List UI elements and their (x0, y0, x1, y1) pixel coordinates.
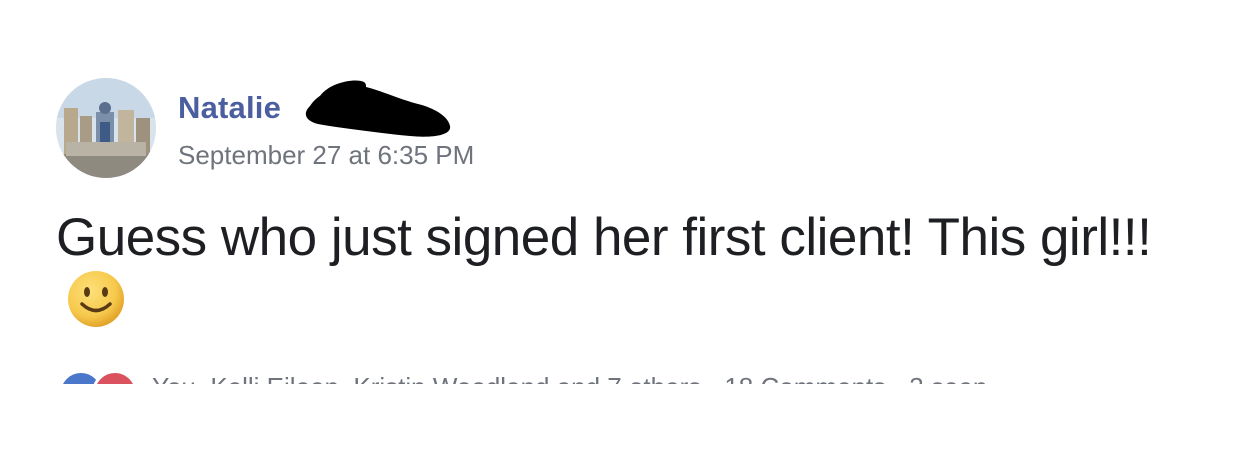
smiling-face-emoji (68, 271, 124, 327)
author-name[interactable]: Natalie (178, 90, 281, 126)
reaction-summary[interactable]: You, Kelli Eileen, Kristin Woodland and … (152, 372, 987, 384)
avatar-photo (56, 78, 156, 178)
post-text: Guess who just signed her first client! … (56, 208, 1152, 267)
post-body: Guess who just signed her first client! … (56, 206, 1186, 333)
facebook-post: Natalie September 27 at 6:35 PM Guess wh… (0, 0, 1242, 449)
post-timestamp[interactable]: September 27 at 6:35 PM (178, 140, 474, 171)
author-avatar[interactable] (56, 78, 156, 178)
reactions-bar: You, Kelli Eileen, Kristin Woodland and … (56, 370, 1186, 384)
redaction-mark (305, 80, 451, 137)
love-icon[interactable] (92, 370, 138, 384)
